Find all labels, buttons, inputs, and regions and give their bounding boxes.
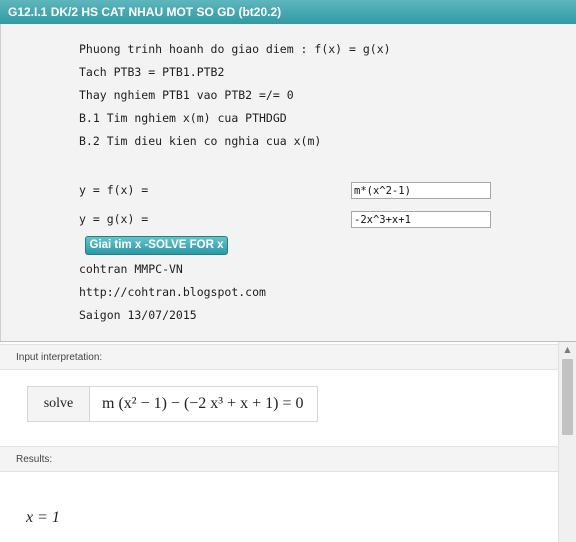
results-panel: Input interpretation: solve m (x² − 1) −… — [0, 342, 576, 542]
scroll-up-icon[interactable]: ▲ — [559, 343, 576, 357]
instruction-line-4: B.1 Tim nghiem x(m) cua PTHDGD — [79, 111, 287, 125]
interpretation-title: Input interpretation: — [16, 352, 103, 363]
results-pod-header: Results: — [0, 446, 558, 472]
interpretation-pod-header: Input interpretation: — [0, 344, 558, 370]
instruction-line-2: Tach PTB3 = PTB1.PTB2 — [79, 65, 225, 79]
f-input[interactable] — [351, 182, 491, 199]
instruction-line-5: B.2 Tim dieu kien co nghia cua x(m) — [79, 134, 322, 148]
f-label: y = f(x) = — [79, 183, 149, 197]
credit-date: Saigon 13/07/2015 — [79, 308, 197, 322]
widget-form: Phuong trinh hoanh do giao diem : f(x) =… — [0, 24, 576, 342]
interpretation-box: solve m (x² − 1) − (−2 x³ + x + 1) = 0 — [27, 386, 318, 422]
scroll-thumb[interactable] — [562, 359, 573, 435]
credit-link[interactable]: http://cohtran.blogspot.com — [79, 285, 266, 299]
instruction-line-1: Phuong trinh hoanh do giao diem : f(x) =… — [79, 42, 391, 56]
interpretation-expression: m (x² − 1) − (−2 x³ + x + 1) = 0 — [102, 395, 304, 412]
interpretation-key: solve — [28, 387, 90, 421]
result-value: x = 1 — [26, 509, 60, 526]
results-title: Results: — [16, 454, 53, 465]
instruction-line-3: Thay nghiem PTB1 vao PTB2 =/= 0 — [79, 88, 294, 102]
solve-button[interactable]: Giai tim x -SOLVE FOR x — [85, 236, 228, 255]
widget-title: G12.I.1 DK/2 HS CAT NHAU MOT SO GD (bt20… — [0, 0, 576, 24]
g-input[interactable] — [351, 211, 491, 228]
credit-author: cohtran MMPC-VN — [79, 262, 183, 276]
g-label: y = g(x) = — [79, 212, 149, 226]
results-scrollbar[interactable]: ▲ — [558, 342, 576, 542]
